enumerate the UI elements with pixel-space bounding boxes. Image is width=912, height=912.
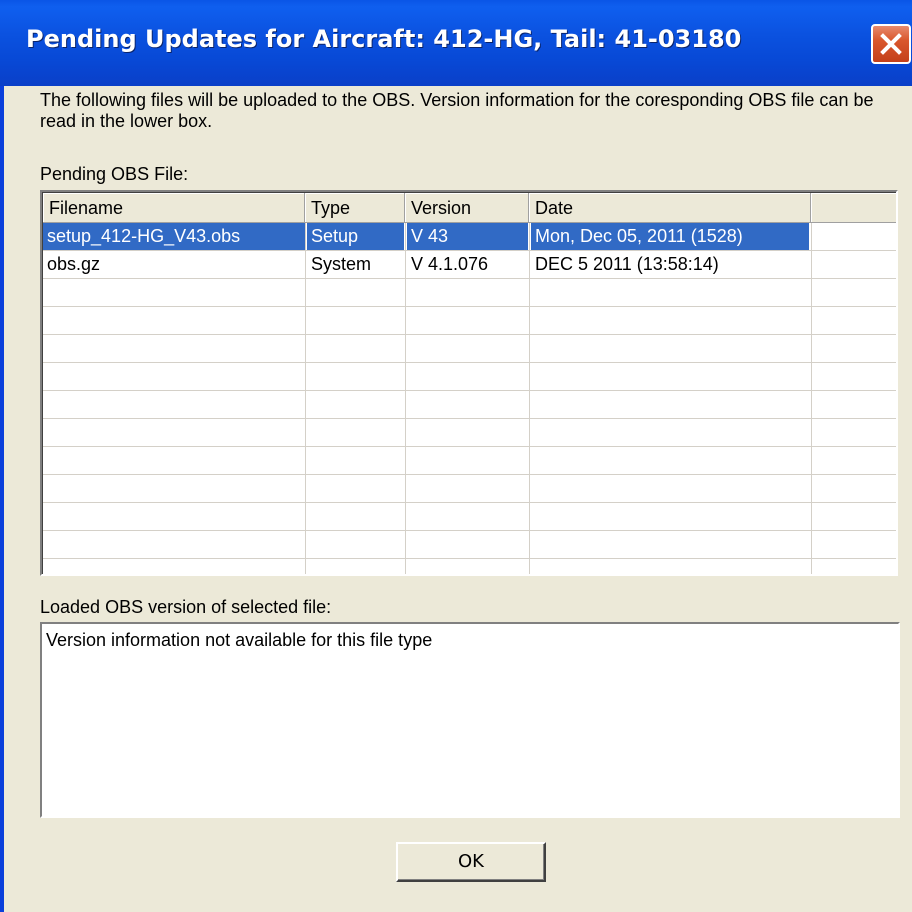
pending-files-list[interactable]: Filename Type Version Date setup_412-HG_… (40, 190, 898, 576)
cell-filename: setup_412-HG_V43.obs (43, 223, 305, 250)
list-header: Filename Type Version Date (43, 193, 896, 223)
column-header-version[interactable]: Version (405, 193, 529, 223)
cell-version: V 4.1.076 (411, 254, 489, 274)
empty-row (43, 391, 896, 419)
empty-row (43, 419, 896, 447)
empty-row (43, 531, 896, 559)
column-header-date[interactable]: Date (529, 193, 811, 223)
table-row[interactable]: setup_412-HG_V43.obs Setup V 43 Mon, Dec… (43, 223, 896, 251)
cell-type: Setup (307, 223, 404, 250)
column-header-filler (811, 193, 896, 223)
column-header-type[interactable]: Type (305, 193, 405, 223)
empty-row (43, 447, 896, 475)
close-button[interactable] (871, 24, 911, 64)
empty-row (43, 307, 896, 335)
empty-row (43, 475, 896, 503)
cell-filename: obs.gz (47, 254, 101, 274)
empty-row (43, 279, 896, 307)
empty-row (43, 335, 896, 363)
cell-type: System (311, 254, 372, 274)
column-divider (811, 223, 812, 574)
cell-version: V 43 (407, 223, 528, 250)
column-header-filename[interactable]: Filename (43, 193, 305, 223)
list-body: Filename Type Version Date setup_412-HG_… (42, 192, 896, 574)
version-info-textbox[interactable]: Version information not available for th… (40, 622, 900, 818)
title-bar[interactable]: Pending Updates for Aircraft: 412-HG, Ta… (0, 0, 912, 86)
cell-date: DEC 5 2011 (13:58:14) (535, 254, 719, 274)
description-text: The following files will be uploaded to … (40, 90, 874, 131)
column-divider (405, 223, 406, 574)
empty-row (43, 503, 896, 531)
ok-button[interactable]: OK (396, 842, 546, 882)
table-row[interactable]: obs.gz System V 4.1.076 DEC 5 2011 (13:5… (43, 251, 896, 279)
window-title: Pending Updates for Aircraft: 412-HG, Ta… (26, 25, 742, 53)
column-divider (305, 223, 306, 574)
column-divider (529, 223, 530, 574)
close-icon (880, 33, 902, 55)
dialog-window: Pending Updates for Aircraft: 412-HG, Ta… (0, 0, 912, 912)
empty-row (43, 363, 896, 391)
cell-date: Mon, Dec 05, 2011 (1528) (531, 223, 809, 250)
pending-file-label: Pending OBS File: (40, 164, 189, 184)
loaded-version-label: Loaded OBS version of selected file: (40, 597, 332, 617)
